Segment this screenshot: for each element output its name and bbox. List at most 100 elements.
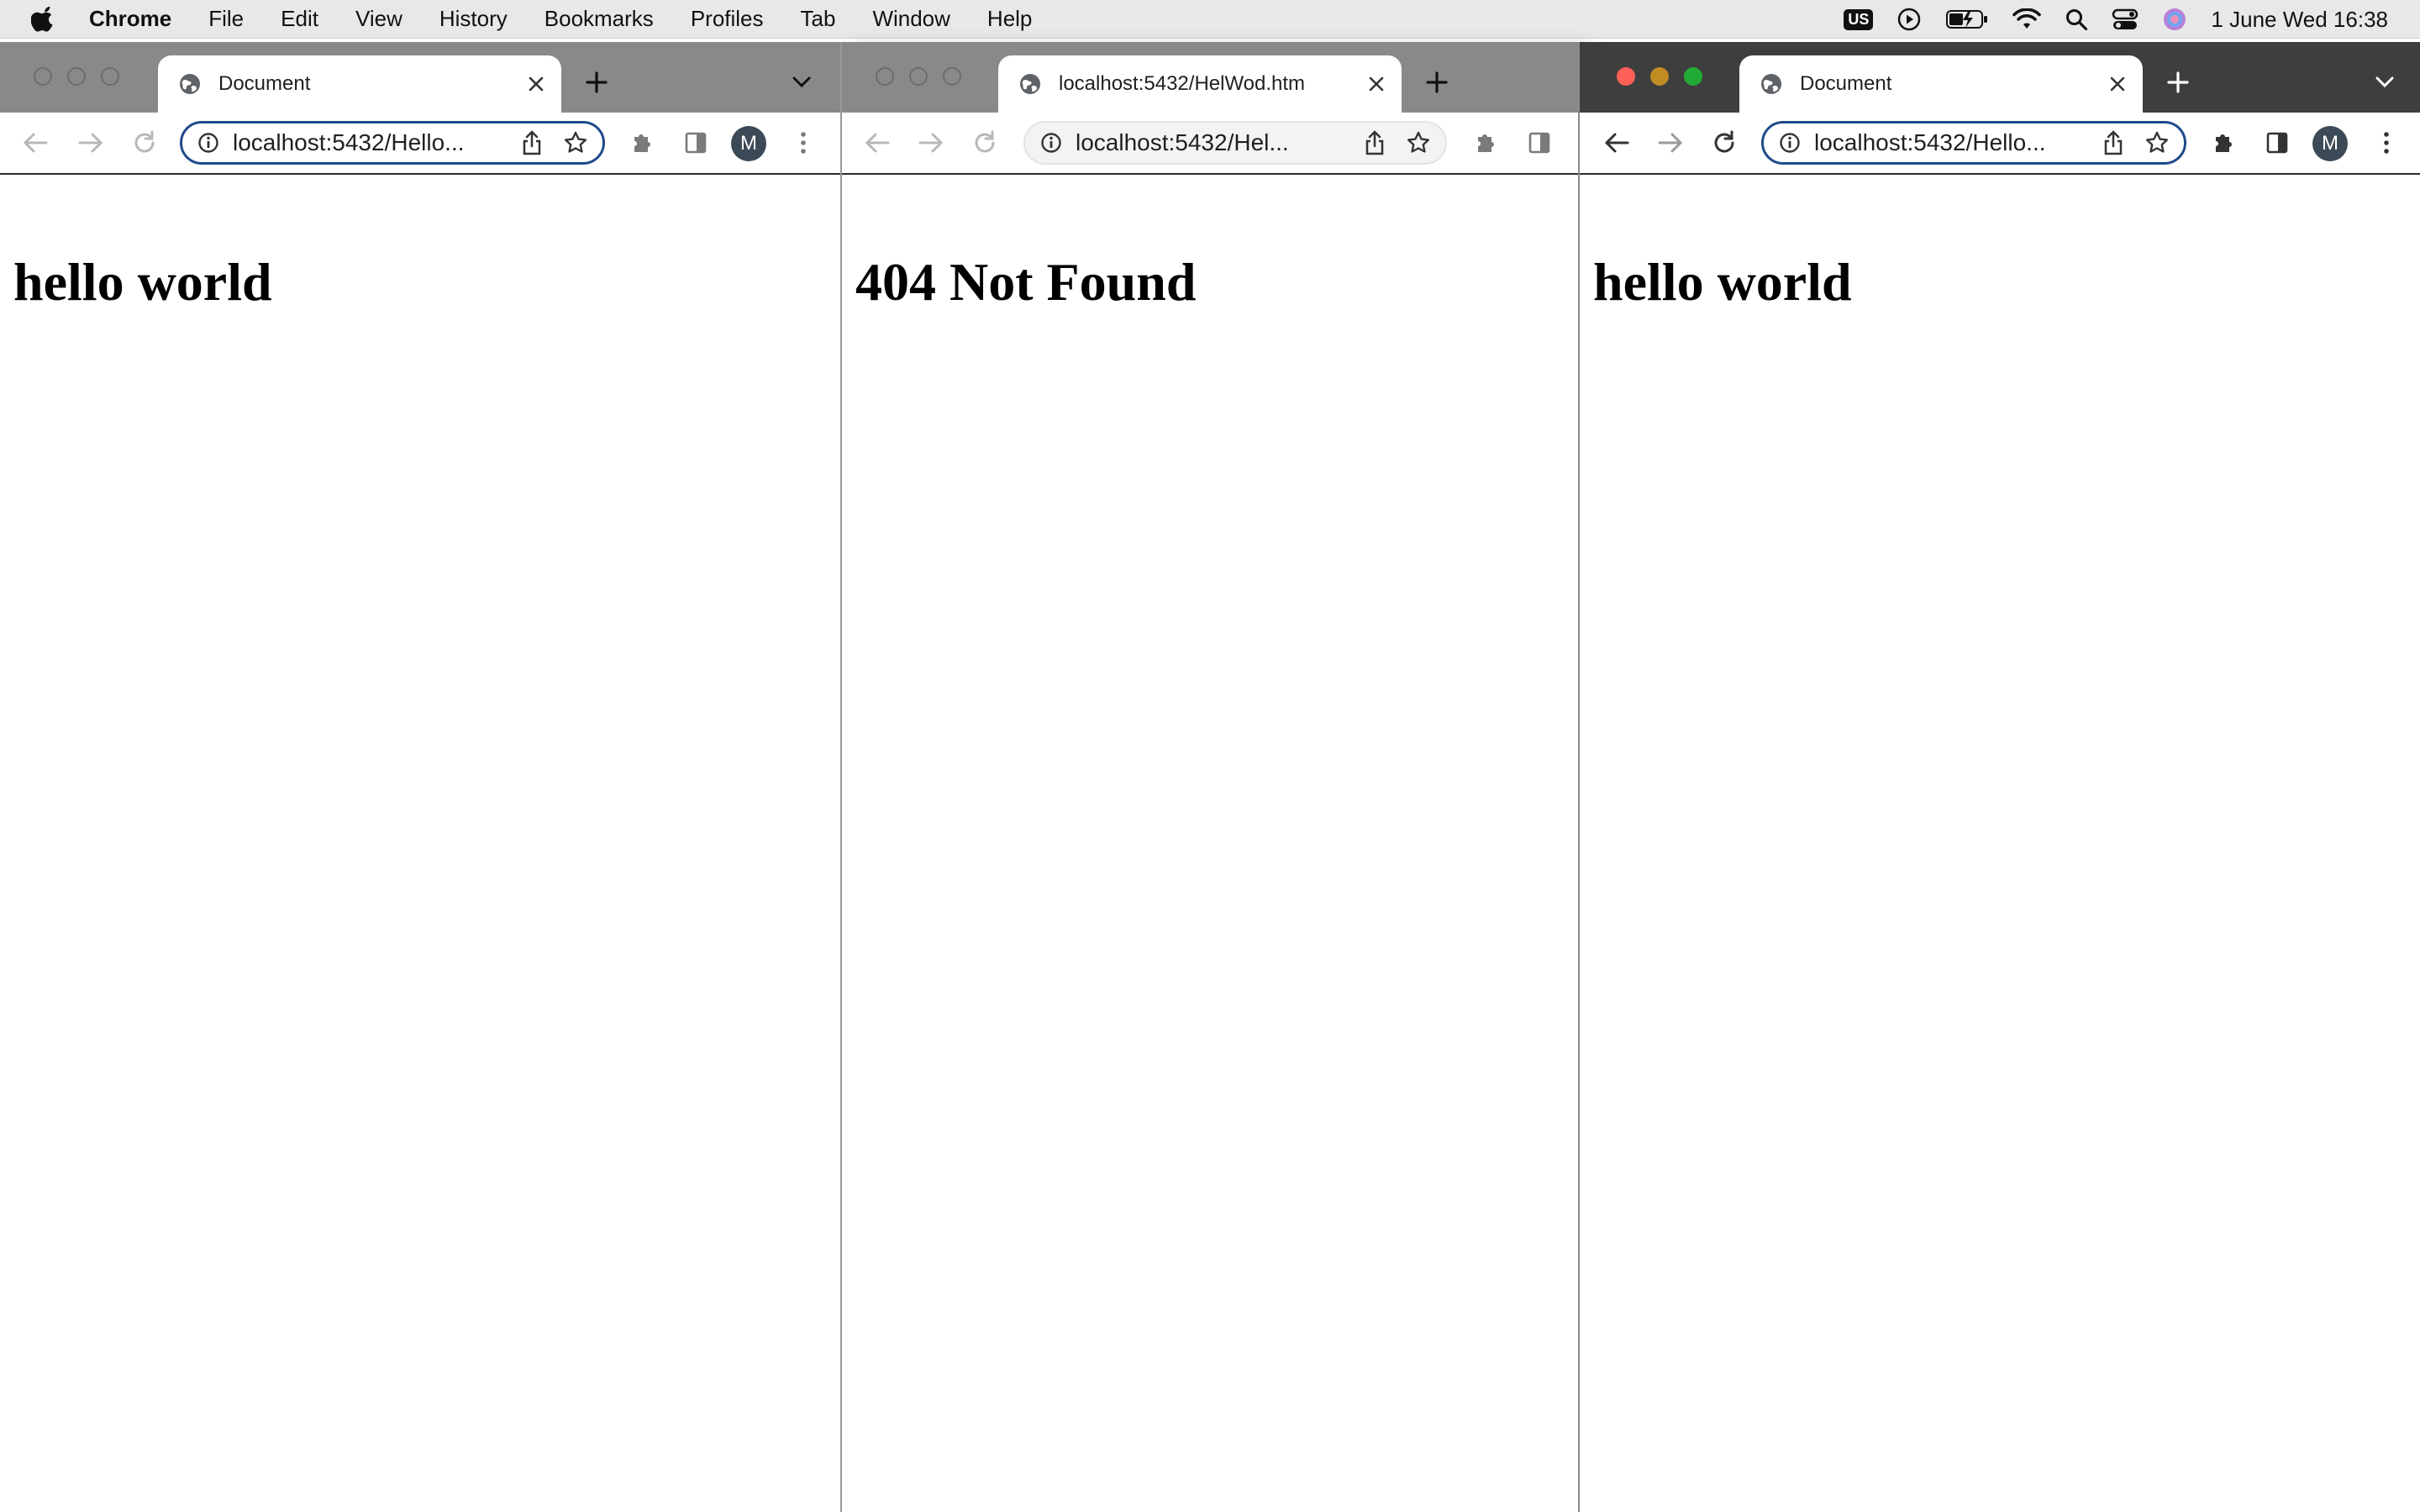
keyboard-layout-label: US [1844,8,1874,30]
back-icon[interactable] [860,126,894,160]
tab-title: Document [1800,72,1892,95]
site-info-icon[interactable] [197,132,219,154]
share-icon[interactable] [1358,126,1392,160]
page-content: 404 Not Found [842,175,1578,1512]
globe-icon [1760,72,1783,96]
window-controls [34,67,134,86]
extensions-icon[interactable] [1469,126,1502,160]
keyboard-layout-icon[interactable]: US [1844,8,1874,30]
new-tab-button[interactable] [1420,66,1454,99]
back-icon[interactable] [18,126,52,160]
bookmark-star-icon[interactable] [1402,126,1435,160]
bookmark-star-icon[interactable] [2140,126,2174,160]
browser-window-3: Document localhost:5432/Hello... M hello… [1578,42,2420,1512]
profile-initial: M [740,132,757,155]
tab-search-chevron-down-icon[interactable] [2370,67,2400,97]
side-panel-icon[interactable] [2260,126,2294,160]
menu-window[interactable]: Window [872,6,950,32]
close-window-button[interactable] [1617,67,1635,86]
forward-icon[interactable] [914,126,948,160]
page-heading: hello world [1593,252,1852,312]
menu-app-chrome[interactable]: Chrome [89,6,171,32]
more-menu-icon[interactable] [2370,126,2403,160]
play-icon[interactable] [1897,7,1922,32]
tab-document[interactable]: Document [158,55,561,113]
site-info-icon[interactable] [1040,132,1062,154]
extensions-icon[interactable] [2207,126,2240,160]
menu-bar-status-area: US 1 June Wed 16:38 [1844,0,2420,39]
site-info-icon[interactable] [1779,132,1801,154]
menu-bookmarks[interactable]: Bookmarks [544,6,654,32]
forward-icon[interactable] [74,126,108,160]
page-heading: 404 Not Found [855,252,1197,312]
browser-toolbar: localhost:5432/Hello... M [1580,113,2420,175]
menu-tab[interactable]: Tab [801,6,836,32]
zoom-window-button[interactable] [943,67,961,86]
apple-icon[interactable] [30,6,57,33]
close-tab-icon[interactable] [1360,67,1393,101]
back-icon[interactable] [1600,126,1634,160]
page-content: hello world [1580,175,2420,1512]
address-bar[interactable]: localhost:5432/Hello... [1761,121,2186,165]
minimize-window-button[interactable] [909,67,928,86]
forward-icon[interactable] [1654,126,1687,160]
tab-title: Document [218,72,311,95]
close-tab-icon[interactable] [2101,67,2134,101]
reload-icon[interactable] [968,126,1002,160]
tab-title: localhost:5432/HelWod.htm [1059,72,1306,95]
menu-bar-clock[interactable]: 1 June Wed 16:38 [2211,7,2388,33]
extensions-icon[interactable] [625,126,659,160]
address-bar[interactable]: localhost:5432/Hello... [180,121,605,165]
share-icon[interactable] [2096,126,2130,160]
address-bar-url: localhost:5432/Hello... [1814,129,2046,155]
new-tab-button[interactable] [2161,66,2195,99]
profile-avatar[interactable]: M [2312,126,2348,161]
reload-icon[interactable] [1707,126,1741,160]
close-tab-icon[interactable] [519,67,553,101]
battery-icon[interactable] [1945,8,1989,30]
share-icon[interactable] [515,126,549,160]
menu-edit[interactable]: Edit [281,6,318,32]
wifi-icon[interactable] [2012,8,2042,30]
siri-icon[interactable] [2162,7,2187,32]
close-window-button[interactable] [34,67,52,86]
profile-initial: M [2322,132,2338,155]
address-bar-url: localhost:5432/Hello... [233,129,465,155]
window-controls [876,67,976,86]
minimize-window-button[interactable] [1650,67,1669,86]
macos-menu-bar: Chrome File Edit View History Bookmarks … [0,0,2420,39]
address-bar-url: localhost:5432/Hel... [1076,129,1289,155]
menu-profiles[interactable]: Profiles [691,6,764,32]
close-window-button[interactable] [876,67,894,86]
zoom-window-button[interactable] [1684,67,1702,86]
globe-icon [1018,72,1042,96]
tab-search-chevron-down-icon[interactable] [786,67,817,97]
spotlight-search-icon[interactable] [2065,8,2088,31]
browser-window-1: Document localhost:5432/Hello... M hello… [0,42,842,1512]
minimize-window-button[interactable] [67,67,86,86]
address-bar[interactable]: localhost:5432/Hel... [1023,121,1447,165]
bookmark-star-icon[interactable] [559,126,592,160]
menu-file[interactable]: File [208,6,244,32]
tab-strip: Document [1580,42,2420,113]
menu-help[interactable]: Help [987,6,1032,32]
menu-view[interactable]: View [355,6,402,32]
window-controls [1617,67,1718,86]
page-content: hello world [0,175,840,1512]
more-menu-icon[interactable] [786,126,820,160]
zoom-window-button[interactable] [101,67,119,86]
profile-avatar[interactable]: M [731,126,766,161]
control-center-icon[interactable] [2112,8,2139,31]
browser-window-2: localhost:5432/HelWod.htm localhost:5432… [842,42,1578,1512]
new-tab-button[interactable] [580,66,613,99]
side-panel-icon[interactable] [1523,126,1556,160]
reload-icon[interactable] [128,126,161,160]
globe-icon [178,72,202,96]
side-panel-icon[interactable] [679,126,713,160]
page-heading: hello world [13,252,272,312]
tab-document[interactable]: Document [1739,55,2143,113]
tab-404-page[interactable]: localhost:5432/HelWod.htm [998,55,1402,113]
tab-strip: Document [0,42,840,113]
browser-toolbar: localhost:5432/Hel... [842,113,1578,175]
menu-history[interactable]: History [439,6,508,32]
